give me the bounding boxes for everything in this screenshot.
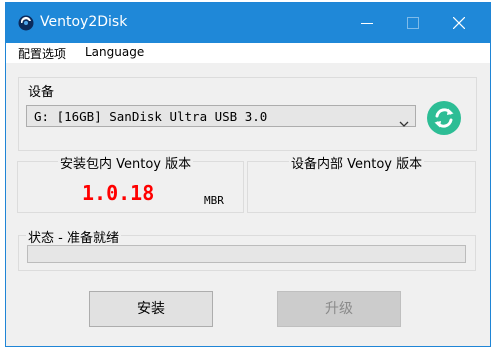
close-icon (453, 17, 465, 29)
refresh-icon (434, 108, 454, 128)
client-area: 设备 G: [16GB] SanDisk Ultra USB 3.0 安装包内 … (6, 63, 490, 346)
device-selected-value: G: [16GB] SanDisk Ultra USB 3.0 (34, 109, 268, 124)
title-bar[interactable]: Ventoy2Disk (6, 3, 490, 43)
device-group-label: 设备 (26, 81, 57, 100)
refresh-button[interactable] (427, 101, 461, 135)
status-label: 状态 - 准备就绪 (26, 227, 121, 246)
install-button[interactable]: 安装 (89, 291, 213, 327)
app-window: Ventoy2Disk 配置选项 Language 设备 G: [16GB] S… (5, 2, 491, 347)
minimize-icon (361, 23, 373, 24)
menu-bar: 配置选项 Language (6, 43, 490, 63)
maximize-button[interactable] (390, 3, 436, 43)
device-dropdown[interactable]: G: [16GB] SanDisk Ultra USB 3.0 (26, 105, 416, 127)
window-title: Ventoy2Disk (40, 14, 128, 30)
package-version-value: 1.0.18 (82, 181, 155, 205)
maximize-icon (407, 17, 419, 29)
menu-config-options[interactable]: 配置选项 (18, 45, 66, 62)
device-version-label: 设备内部 Ventoy 版本 (289, 153, 425, 172)
update-button[interactable]: 升级 (277, 291, 401, 327)
minimize-button[interactable] (344, 3, 390, 43)
menu-language[interactable]: Language (85, 45, 144, 59)
partition-style: MBR (204, 194, 224, 207)
ventoy-logo-icon (18, 15, 34, 31)
package-version-label: 安装包内 Ventoy 版本 (58, 153, 194, 172)
chevron-down-icon (399, 113, 409, 132)
progress-bar (27, 245, 466, 263)
close-button[interactable] (436, 3, 482, 43)
